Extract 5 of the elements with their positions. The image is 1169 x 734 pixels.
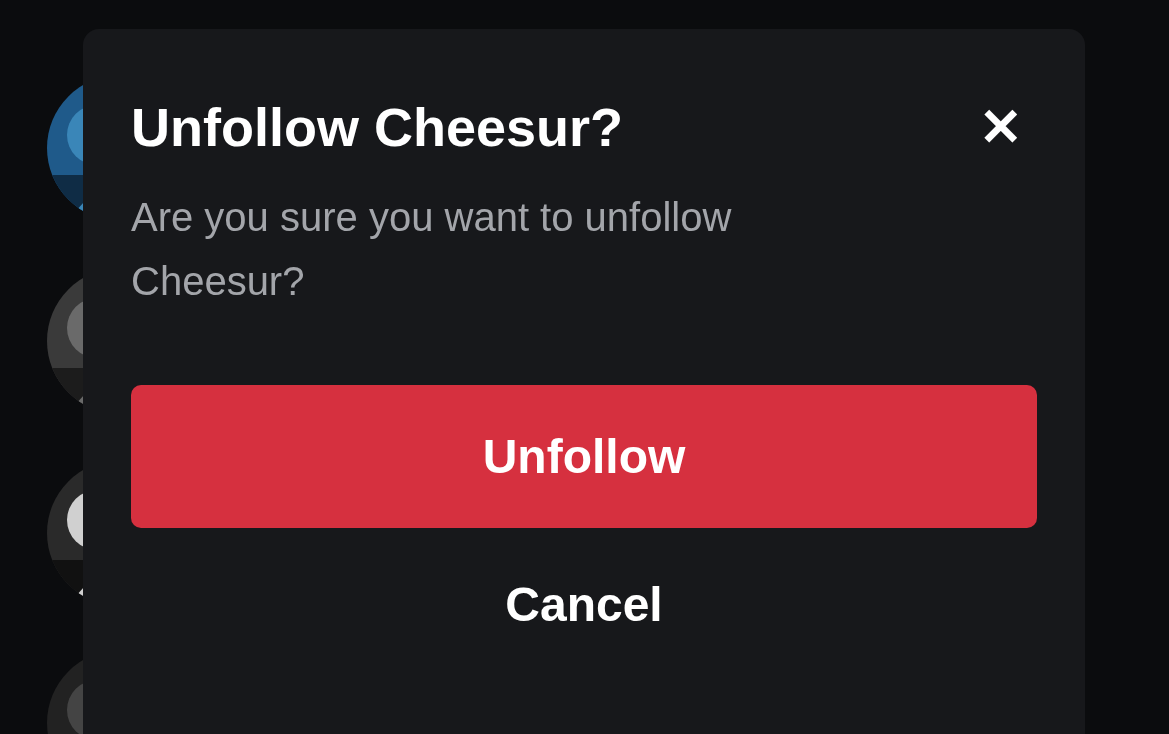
dialog-message: Are you sure you want to unfollow Cheesur? — [131, 194, 733, 305]
cancel-button[interactable]: Cancel — [131, 540, 1037, 670]
dialog-title: Unfollow Cheesur? — [131, 96, 623, 159]
unfollow-button[interactable]: Unfollow — [131, 385, 1037, 528]
close-button[interactable]: ✕ — [979, 101, 1023, 153]
